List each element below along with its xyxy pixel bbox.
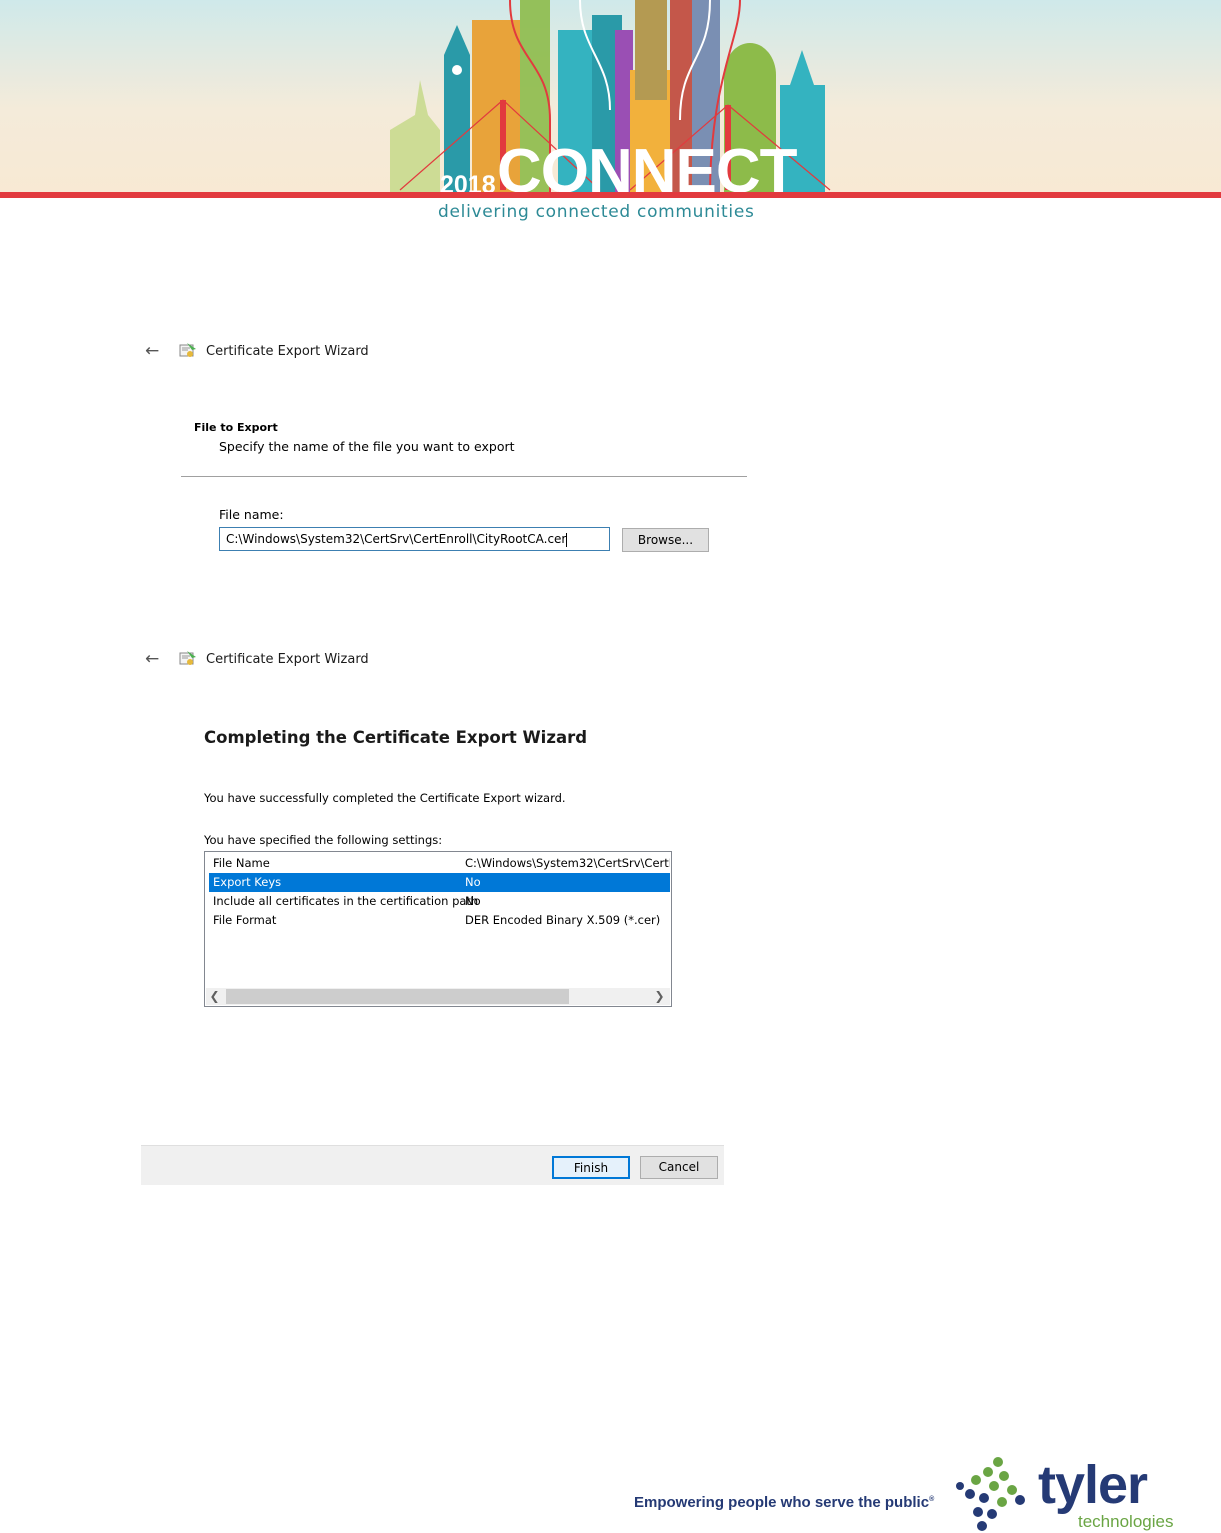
settings-label: You have specified the following setting… — [204, 833, 443, 847]
completing-heading: Completing the Certificate Export Wizard — [204, 728, 588, 747]
wizard2-title-bar: ← Certificate Export Wizard — [145, 649, 369, 669]
success-message: You have successfully completed the Cert… — [204, 791, 566, 805]
finish-button[interactable]: Finish — [552, 1156, 630, 1179]
wizard-button-bar — [141, 1145, 724, 1185]
settings-row-export-keys[interactable]: Export Keys No — [209, 873, 670, 892]
settings-listbox[interactable]: File Name C:\Windows\System32\CertSrv\Ce… — [204, 851, 672, 1007]
setting-value: No — [465, 875, 481, 889]
slogan-text: Empowering people who serve the public — [634, 1494, 930, 1511]
tyler-wordmark: tyler — [1038, 1455, 1148, 1515]
settings-row-file-name[interactable]: File Name C:\Windows\System32\CertSrv\Ce… — [209, 854, 670, 873]
setting-value: No — [465, 894, 481, 908]
header-divider — [181, 476, 747, 477]
setting-value: C:\Windows\System32\CertSrv\CertEr — [465, 856, 670, 870]
registered-mark: ® — [929, 1496, 935, 1503]
event-tagline: delivering connected communities — [438, 202, 755, 222]
scroll-left-icon[interactable]: ❮ — [206, 988, 223, 1005]
browse-button[interactable]: Browse... — [622, 528, 709, 552]
setting-name: File Name — [213, 856, 270, 870]
certificate-icon — [179, 343, 196, 357]
wizard1-title-bar: ← Certificate Export Wizard — [145, 341, 369, 361]
file-to-export-subheading: Specify the name of the file you want to… — [219, 439, 515, 454]
cancel-button[interactable]: Cancel — [640, 1156, 718, 1179]
setting-value: DER Encoded Binary X.509 (*.cer) — [465, 913, 661, 927]
setting-name: Include all certificates in the certific… — [213, 894, 479, 908]
file-name-value: C:\Windows\System32\CertSrv\CertEnroll\C… — [226, 532, 567, 546]
settings-row-file-format[interactable]: File Format DER Encoded Binary X.509 (*.… — [209, 911, 670, 930]
settings-row-include-path[interactable]: Include all certificates in the certific… — [209, 892, 670, 911]
file-name-input[interactable]: C:\Windows\System32\CertSrv\CertEnroll\C… — [219, 527, 610, 551]
setting-name: File Format — [213, 913, 277, 927]
back-arrow-icon[interactable]: ← — [145, 341, 163, 361]
wizard2-title: Certificate Export Wizard — [206, 651, 369, 667]
footer-slogan: Empowering people who serve the public® — [634, 1494, 934, 1511]
file-to-export-heading: File to Export — [194, 421, 278, 434]
horizontal-scrollbar[interactable]: ❮ ❯ — [206, 988, 670, 1005]
scrollbar-thumb[interactable] — [226, 989, 569, 1004]
back-arrow-icon[interactable]: ← — [145, 649, 163, 669]
scroll-right-icon[interactable]: ❯ — [651, 988, 668, 1005]
certificate-icon — [179, 651, 196, 665]
header-banner: 2018 CONNECT — [0, 0, 1221, 198]
file-name-label: File name: — [219, 507, 284, 522]
text-cursor — [566, 532, 568, 547]
wizard1-title: Certificate Export Wizard — [206, 343, 369, 359]
tyler-logo-dots-icon — [956, 1457, 1025, 1531]
setting-name: Export Keys — [213, 875, 282, 889]
connect-wordmark: CONNECT — [497, 137, 798, 199]
banner-red-rule — [0, 192, 1221, 198]
tyler-technologies-label: technologies — [1078, 1512, 1174, 1531]
